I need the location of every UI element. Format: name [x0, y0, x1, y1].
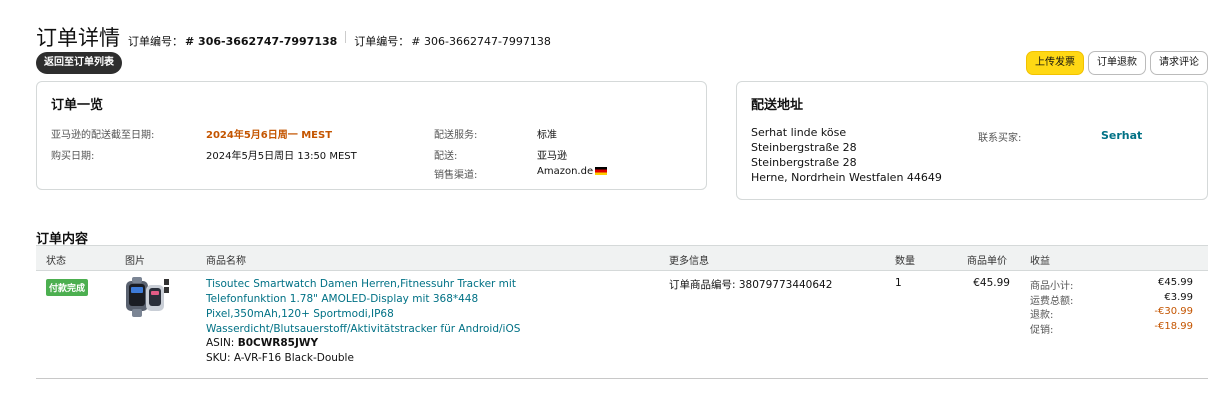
page-header: 订单详情 订单编号： # 306-3662747-7997138 订单编号： #… — [36, 22, 551, 52]
purchase-date-value: 2024年5月5日周日 13:50 MEST — [206, 151, 357, 162]
revenue-label: 运费总额: — [1030, 295, 1074, 307]
refund-order-button[interactable]: 订单退款 — [1088, 51, 1146, 75]
purchase-date-label: 购买日期: — [51, 151, 95, 162]
shipping-address-title: 配送地址 — [751, 98, 804, 113]
revenue-line: 促销: -€18.99 — [1030, 321, 1193, 336]
fulfillment-value: 亚马逊 — [537, 151, 567, 162]
delivery-deadline-label: 亚马逊的配送截至日期: — [51, 130, 155, 141]
asin-label: ASIN: — [206, 337, 238, 349]
column-header-quantity: 数量 — [895, 256, 915, 267]
revenue-label: 促销: — [1030, 324, 1054, 336]
order-number-value-secondary: # 306-3662747-7997138 — [411, 35, 551, 48]
revenue-breakdown: 商品小计: €45.99 运费总额: €3.99 退款: -€30.99 促销:… — [1030, 277, 1193, 336]
germany-flag-icon — [595, 167, 608, 175]
column-header-unit-price: 商品单价 — [967, 256, 1007, 267]
order-number-label-secondary: 订单编号： — [354, 35, 410, 48]
revenue-label: 退款: — [1030, 310, 1054, 321]
column-header-more-info: 更多信息 — [669, 256, 709, 267]
order-actions: 上传发票 订单退款 请求评论 — [1026, 51, 1208, 75]
sales-channel-label: 销售渠道: — [434, 170, 478, 181]
asin-value: B0CWR85JWY — [237, 337, 319, 349]
order-number-label: 订单编号： — [128, 35, 183, 48]
order-number-value: # 306-3662747-7997138 — [185, 35, 338, 48]
order-summary-card: 订单一览 亚马逊的配送截至日期: 2024年5月6日周一 MEST 购买日期: … — [36, 81, 707, 190]
divider — [345, 31, 347, 43]
revenue-value: €3.99 — [1164, 291, 1193, 303]
contact-buyer-label: 联系买家: — [978, 133, 1022, 144]
unit-price: €45.99 — [973, 277, 1010, 289]
shipping-service-value: 标准 — [537, 130, 557, 141]
status-badge: 付款完成 — [46, 279, 89, 296]
contact-buyer-link[interactable]: Serhat — [1101, 129, 1142, 142]
product-name-link[interactable]: Tisoutec Smartwatch Damen Herren,Fitness… — [206, 277, 526, 337]
revenue-label: 商品小计: — [1030, 281, 1074, 292]
address-line: Serhat linde köse — [751, 126, 847, 139]
revenue-line: 退款: -€30.99 — [1030, 306, 1193, 321]
column-header-product-name: 商品名称 — [206, 256, 246, 267]
shipping-service-label: 配送服务: — [434, 130, 478, 141]
address-line: Steinbergstraße 28 — [751, 156, 857, 169]
fulfillment-label: 配送: — [434, 151, 458, 162]
revenue-value: €45.99 — [1158, 277, 1193, 288]
table-header: 状态 图片 商品名称 更多信息 数量 商品单价 收益 — [36, 245, 1208, 271]
revenue-line: 商品小计: €45.99 — [1030, 277, 1193, 292]
sales-channel-value: Amazon.de — [537, 166, 594, 177]
revenue-value: -€30.99 — [1154, 306, 1193, 317]
address-line: Steinbergstraße 28 — [751, 141, 857, 154]
back-to-orders-button[interactable]: 返回至订单列表 — [36, 52, 122, 74]
revenue-line: 运费总额: €3.99 — [1030, 292, 1193, 307]
shipping-address-card: 配送地址 Serhat linde köse Steinbergstraße 2… — [736, 81, 1208, 200]
column-header-image: 图片 — [125, 256, 145, 267]
quantity: 1 — [895, 277, 902, 289]
address-line: Herne, Nordrhein Westfalen 44649 — [751, 171, 942, 184]
page-title: 订单详情 — [36, 26, 120, 50]
product-thumbnail[interactable] — [124, 277, 170, 319]
delivery-deadline-value: 2024年5月6日周一 MEST — [206, 130, 333, 141]
column-header-status: 状态 — [46, 256, 66, 267]
sales-channel-value-wrap: Amazon.de — [537, 166, 608, 177]
asin: ASIN: B0CWR85JWY — [206, 337, 318, 349]
column-header-revenue: 收益 — [1030, 256, 1050, 267]
revenue-value: -€18.99 — [1154, 320, 1193, 332]
sku: SKU: A-VR-F16 Black-Double — [206, 352, 354, 364]
order-summary-title: 订单一览 — [51, 98, 104, 113]
request-review-button[interactable]: 请求评论 — [1150, 51, 1208, 75]
order-item-id: 订单商品编号: 38079773440642 — [669, 279, 833, 291]
table-row: 付款完成 Tisoutec Smartwatch Damen Herren,Fi… — [36, 271, 1208, 379]
upload-invoice-button[interactable]: 上传发票 — [1026, 51, 1084, 75]
